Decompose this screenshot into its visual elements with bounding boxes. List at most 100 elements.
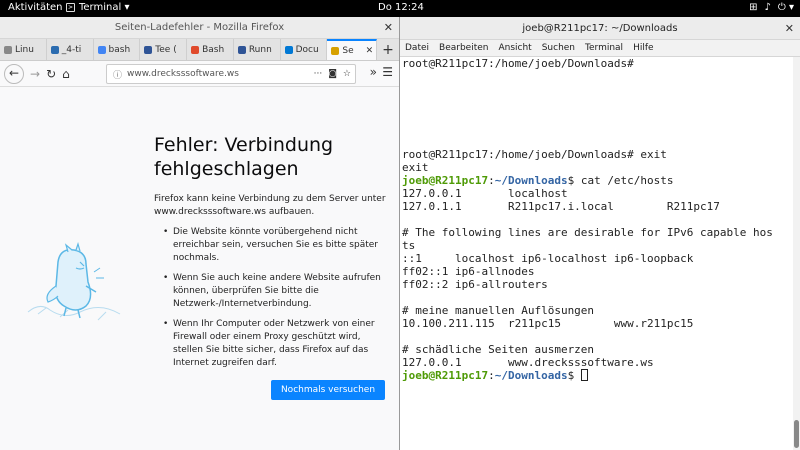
terminal-icon: > [66, 3, 75, 12]
terminal-line: # schädliche Seiten ausmerzen [402, 343, 793, 356]
tab-1[interactable]: _4-ti [47, 39, 94, 60]
tab-7[interactable]: Se ✕ [327, 39, 378, 60]
menu-suchen[interactable]: Suchen [542, 40, 575, 56]
line-text: # The following lines are desirable for … [402, 226, 773, 239]
terminal-output[interactable]: root@R211pc17:/home/joeb/Downloads# root@… [400, 57, 793, 450]
error-suggestions: Die Website könnte vorübergehend nicht e… [163, 226, 391, 377]
overflow-chevron-icon[interactable]: » [370, 65, 377, 79]
tab-3[interactable]: Tee ( [140, 39, 188, 60]
page-tab-icon [237, 45, 246, 54]
terminal-line: root@R211pc17:/home/joeb/Downloads# exit [402, 148, 793, 161]
terminal-line: 10.100.211.115 r211pc15 www.r211pc15 [402, 317, 793, 330]
close-tab-icon[interactable]: ✕ [366, 46, 377, 56]
terminal-window: joeb@R211pc17: ~/Downloads ✕ Datei Bearb… [399, 17, 800, 450]
terminal-line: joeb@R211pc17:~/Downloads$ [402, 369, 793, 382]
clock[interactable]: Do 12:24 [378, 2, 424, 13]
network-icon: ⊞ [749, 2, 758, 13]
terminal-line: 127.0.0.1 www.drecksssoftware.ws [402, 356, 793, 369]
line-text: exit [402, 161, 429, 174]
tab-label: Docu [295, 44, 319, 55]
retry-button[interactable]: Nochmals versuchen [271, 380, 385, 400]
terminal-line: 127.0.1.1 R211pc17.i.local R211pc17 [402, 200, 793, 213]
app-menu[interactable]: > Terminal ▾ [66, 2, 129, 13]
linux-tab-icon [4, 45, 12, 54]
pocket-icon[interactable]: ◙ [328, 69, 337, 79]
more-actions-icon[interactable]: ··· [314, 69, 323, 79]
tab-label: _4-ti [61, 44, 82, 55]
scrollbar[interactable] [793, 57, 800, 450]
line-text: 10.100.211.115 r211pc15 www.r211pc15 [402, 317, 694, 330]
scrollbar-thumb[interactable] [794, 420, 799, 448]
top-bar: Aktivitäten > Terminal ▾ Do 12:24 ⊞ ♪ ⏻ … [0, 0, 800, 17]
nav-bar: ← → ↻ ⌂ ⓘ www.drecksssoftware.ws ··· ◙ ☆… [0, 61, 399, 87]
menu-datei[interactable]: Datei [405, 40, 429, 56]
reload-button[interactable]: ↻ [46, 67, 56, 81]
activities-button[interactable]: Aktivitäten [8, 2, 63, 13]
error-illustration [27, 242, 121, 321]
terminal-line: # meine manuellen Auflösungen [402, 304, 793, 317]
terminal-line: exit [402, 161, 793, 174]
tab-label: bash [108, 44, 131, 55]
error-title: Fehler: Verbindung fehlgeschlagen [154, 134, 334, 180]
firefox-titlebar: Seiten-Ladefehler - Mozilla Firefox ✕ [0, 17, 399, 39]
tab-6[interactable]: Docu [281, 39, 328, 60]
new-tab-button[interactable]: + [377, 39, 399, 60]
terminal-title: joeb@R211pc17: ~/Downloads [522, 23, 678, 34]
line-text: 127.0.0.1 localhost [402, 187, 568, 200]
forward-button[interactable]: → [30, 67, 40, 81]
line-text: 127.0.0.1 www.drecksssoftware.ws [402, 356, 654, 369]
suggestion-item: Die Website könnte vorübergehend nicht e… [163, 226, 391, 265]
menu-bearbeiten[interactable]: Bearbeiten [439, 40, 488, 56]
line-text: # meine manuellen Auflösungen [402, 304, 595, 317]
firefox-title: Seiten-Ladefehler - Mozilla Firefox [114, 22, 285, 33]
back-button[interactable]: ← [4, 63, 24, 84]
error-description: Firefox kann keine Verbindung zu dem Ser… [154, 194, 386, 217]
tab-strip: Linu _4-ti bash Tee ( Bash Runn Docu Se ✕ + [0, 39, 399, 61]
prompt-user: joeb@R211pc17 [402, 369, 489, 382]
home-button[interactable]: ⌂ [62, 67, 70, 81]
info-icon[interactable]: ⓘ [113, 68, 122, 81]
firefox-window: Seiten-Ladefehler - Mozilla Firefox ✕ Li… [0, 17, 399, 450]
terminal-line: # The following lines are desirable for … [402, 226, 793, 239]
close-icon[interactable]: ✕ [384, 17, 393, 39]
stack-tab-icon [191, 45, 200, 54]
url-bar[interactable]: ⓘ www.drecksssoftware.ws ··· ◙ ☆ [106, 64, 356, 84]
terminal-line: ff02::2 ip6-allrouters [402, 278, 793, 291]
tab-4[interactable]: Bash [187, 39, 234, 60]
line-text: ff02::2 ip6-allrouters [402, 278, 548, 291]
menu-hilfe[interactable]: Hilfe [633, 40, 653, 56]
terminal-menubar: Datei Bearbeiten Ansicht Suchen Terminal… [400, 40, 800, 57]
warning-tab-icon [331, 46, 340, 55]
hamburger-menu-icon[interactable]: ☰ [382, 65, 393, 79]
tab-5[interactable]: Runn [234, 39, 281, 60]
tab-label: Bash [202, 44, 225, 55]
terminal-cursor [580, 369, 588, 381]
tab-0[interactable]: Linu [0, 39, 47, 60]
system-tray[interactable]: ⊞ ♪ ⏻ ▾ [749, 2, 794, 13]
app-menu-label: Terminal ▾ [79, 2, 130, 13]
page-tab-icon [144, 45, 153, 54]
tab-2[interactable]: bash [94, 39, 141, 60]
menu-terminal[interactable]: Terminal [585, 40, 623, 56]
menu-ansicht[interactable]: Ansicht [498, 40, 531, 56]
power-icon: ⏻ ▾ [777, 2, 794, 13]
line-text: ::1 localhost ip6-localhost ip6-loopback [402, 252, 694, 265]
prompt-separator: : [488, 174, 495, 187]
prompt-path: ~/Downloads [494, 174, 568, 187]
volume-icon: ♪ [764, 2, 771, 13]
tab-label: Se [342, 45, 354, 56]
bookmark-star-icon[interactable]: ☆ [343, 69, 351, 79]
tab-label: Runn [248, 44, 272, 55]
line-text: $ cat /etc/hosts [567, 174, 674, 187]
terminal-line: ::1 localhost ip6-localhost ip6-loopback [402, 252, 793, 265]
close-icon[interactable]: ✕ [785, 17, 794, 40]
line-text: # schädliche Seiten ausmerzen [402, 343, 595, 356]
terminal-line: ff02::1 ip6-allnodes [402, 265, 793, 278]
suggestion-item: Wenn Ihr Computer oder Netzwerk von eine… [163, 318, 391, 370]
